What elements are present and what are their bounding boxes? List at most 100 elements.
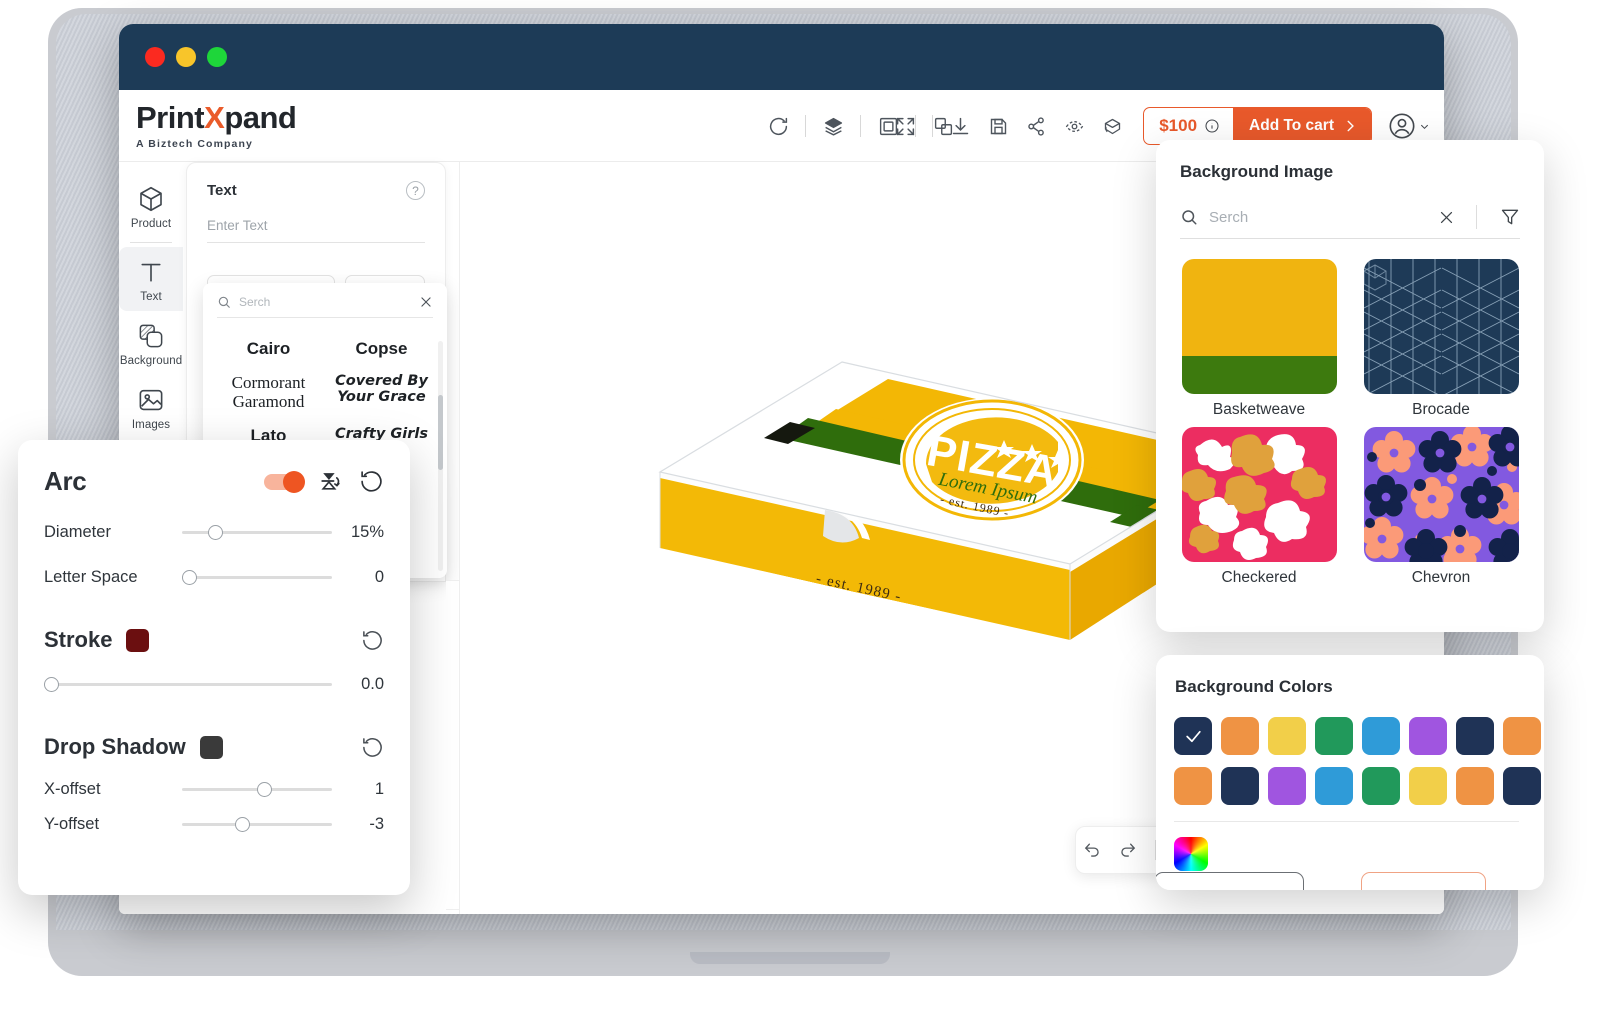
background-image-item[interactable]: Checkered bbox=[1180, 427, 1338, 587]
background-image-title: Background Image bbox=[1180, 162, 1334, 181]
yoffset-slider[interactable] bbox=[182, 816, 332, 834]
redo-icon[interactable] bbox=[1111, 833, 1144, 867]
color-swatch[interactable] bbox=[1315, 717, 1353, 755]
font-search-input[interactable]: Serch bbox=[239, 295, 411, 309]
background-image-item[interactable]: Brocade bbox=[1362, 259, 1520, 419]
color-swatch[interactable] bbox=[1456, 767, 1494, 805]
background-image-search-input[interactable]: Serch bbox=[1209, 209, 1427, 226]
yoffset-label: Y-offset bbox=[44, 815, 100, 833]
arc-panel-header: Arc bbox=[44, 466, 384, 497]
arc-properties-panel: Arc Diameter 15% Letter Space 0 Stroke 0… bbox=[18, 440, 410, 895]
hidden-secondary-button[interactable] bbox=[1156, 872, 1304, 890]
dropshadow-reset-icon[interactable] bbox=[361, 736, 384, 759]
brand-logo[interactable]: PrintXpand A Biztech Company bbox=[136, 102, 366, 150]
price-value: $100 bbox=[1159, 116, 1198, 135]
background-image-item[interactable]: Chevron bbox=[1362, 427, 1520, 587]
arc-diameter-value: 15% bbox=[350, 523, 384, 541]
sidebar-item-text[interactable]: Text bbox=[119, 247, 183, 311]
color-swatch[interactable] bbox=[1409, 767, 1447, 805]
close-window-button[interactable] bbox=[145, 47, 165, 67]
color-swatch[interactable] bbox=[1315, 767, 1353, 805]
divider bbox=[860, 115, 861, 137]
filter-icon[interactable] bbox=[1500, 207, 1520, 227]
undo-icon[interactable] bbox=[1076, 833, 1109, 867]
stroke-reset-icon[interactable] bbox=[361, 629, 384, 652]
font-option[interactable]: Copse bbox=[328, 332, 435, 366]
color-swatch-selected[interactable] bbox=[1174, 717, 1212, 755]
share-icon[interactable] bbox=[1017, 107, 1055, 145]
arc-letterspace-slider[interactable] bbox=[182, 569, 332, 587]
color-swatch[interactable] bbox=[1503, 717, 1541, 755]
brand-name-part3: pand bbox=[224, 100, 297, 135]
sidebar-item-background[interactable]: Background bbox=[119, 311, 183, 375]
color-swatch[interactable] bbox=[1268, 717, 1306, 755]
color-swatch[interactable] bbox=[1221, 767, 1259, 805]
price-display[interactable]: $100 bbox=[1144, 116, 1233, 136]
arc-diameter-label: Diameter bbox=[44, 523, 111, 541]
arc-letterspace-label: Letter Space bbox=[44, 568, 138, 586]
font-option[interactable]: Covered By Your Grace bbox=[328, 366, 435, 419]
maximize-window-button[interactable] bbox=[207, 47, 227, 67]
color-swatch[interactable] bbox=[1362, 717, 1400, 755]
flip-text-icon[interactable] bbox=[318, 469, 343, 494]
hidden-primary-button[interactable] bbox=[1361, 872, 1486, 890]
text-panel-header: Text ? bbox=[187, 163, 445, 200]
brand-tagline: A Biztech Company bbox=[136, 138, 253, 150]
background-image-label: Checkered bbox=[1221, 569, 1297, 586]
color-swatch[interactable] bbox=[1456, 717, 1494, 755]
divider bbox=[805, 115, 806, 137]
arc-reset-icon[interactable] bbox=[359, 469, 384, 494]
arc-toggle[interactable] bbox=[264, 470, 305, 493]
background-image-item[interactable]: Basketweave bbox=[1180, 259, 1338, 419]
color-swatch[interactable] bbox=[1503, 767, 1541, 805]
chevron-down-icon bbox=[1420, 124, 1429, 129]
color-swatch[interactable] bbox=[1268, 767, 1306, 805]
color-swatch[interactable] bbox=[1174, 767, 1212, 805]
stroke-width-value: 0.0 bbox=[361, 675, 384, 693]
chevron-right-icon bbox=[1347, 120, 1354, 132]
font-list-scrollbar[interactable] bbox=[438, 395, 443, 470]
brocade-thumbnail bbox=[1363, 259, 1519, 394]
xoffset-value: 1 bbox=[374, 780, 384, 798]
layers-icon[interactable] bbox=[814, 107, 852, 145]
download-icon[interactable] bbox=[941, 107, 979, 145]
stroke-width-slider[interactable] bbox=[44, 676, 332, 694]
arc-title: Arc bbox=[44, 466, 87, 496]
brand-name-part1: Print bbox=[136, 100, 205, 135]
basketweave-thumbnail bbox=[1181, 259, 1337, 394]
chevron-thumbnail bbox=[1363, 427, 1519, 562]
font-option[interactable]: Cormorant Garamond bbox=[215, 366, 322, 419]
font-option[interactable]: Cairo bbox=[215, 332, 322, 366]
stroke-color-swatch[interactable] bbox=[126, 628, 150, 652]
history-icon[interactable] bbox=[759, 107, 797, 145]
fullscreen-icon[interactable] bbox=[886, 107, 924, 145]
three-d-view-icon[interactable] bbox=[1093, 107, 1131, 145]
window-titlebar bbox=[119, 24, 1444, 90]
arc-diameter-row: Diameter 15% bbox=[44, 523, 384, 542]
clear-search-icon[interactable] bbox=[419, 295, 433, 309]
sidebar-item-product[interactable]: Product bbox=[119, 174, 183, 238]
checkered-thumbnail bbox=[1181, 427, 1337, 562]
help-icon[interactable]: ? bbox=[406, 181, 425, 200]
yoffset-value: -3 bbox=[369, 815, 384, 833]
color-swatch[interactable] bbox=[1409, 717, 1447, 755]
background-colors-title: Background Colors bbox=[1175, 677, 1333, 696]
background-image-label: Brocade bbox=[1412, 401, 1470, 418]
divider bbox=[1174, 821, 1519, 822]
color-swatch[interactable] bbox=[1221, 717, 1259, 755]
font-list: Cairo Copse Cormorant Garamond Covered B… bbox=[203, 318, 447, 452]
user-account-button[interactable] bbox=[1388, 112, 1430, 140]
text-input[interactable]: Enter Text bbox=[207, 218, 425, 243]
minimize-window-button[interactable] bbox=[176, 47, 196, 67]
save-icon[interactable] bbox=[979, 107, 1017, 145]
clear-search-icon[interactable] bbox=[1438, 209, 1455, 226]
dropshadow-color-swatch[interactable] bbox=[199, 735, 223, 759]
preview-icon[interactable] bbox=[1055, 107, 1093, 145]
arc-diameter-slider[interactable] bbox=[182, 524, 332, 542]
sidebar-item-images[interactable]: Images bbox=[119, 375, 183, 439]
custom-color-picker[interactable] bbox=[1174, 837, 1208, 871]
text-icon bbox=[141, 263, 161, 282]
color-swatch[interactable] bbox=[1362, 767, 1400, 805]
dropshadow-section-header: Drop Shadow bbox=[44, 734, 384, 760]
xoffset-slider[interactable] bbox=[182, 781, 332, 799]
